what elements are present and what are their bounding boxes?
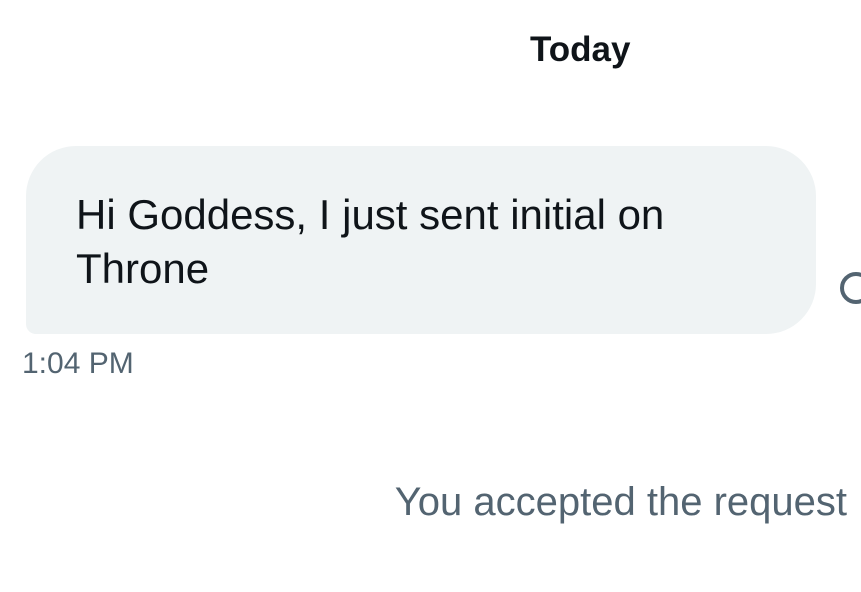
date-header: Today: [530, 30, 631, 69]
dm-conversation: Today Hi Goddess, I just sent initial on…: [0, 0, 861, 592]
add-reaction-icon[interactable]: [836, 268, 861, 308]
message-text: Hi Goddess, I just sent initial on Thron…: [76, 191, 665, 292]
request-accepted-note: You accepted the request: [394, 480, 847, 524]
message-bubble[interactable]: Hi Goddess, I just sent initial on Thron…: [26, 146, 816, 334]
message-timestamp: 1:04 PM: [22, 347, 134, 380]
